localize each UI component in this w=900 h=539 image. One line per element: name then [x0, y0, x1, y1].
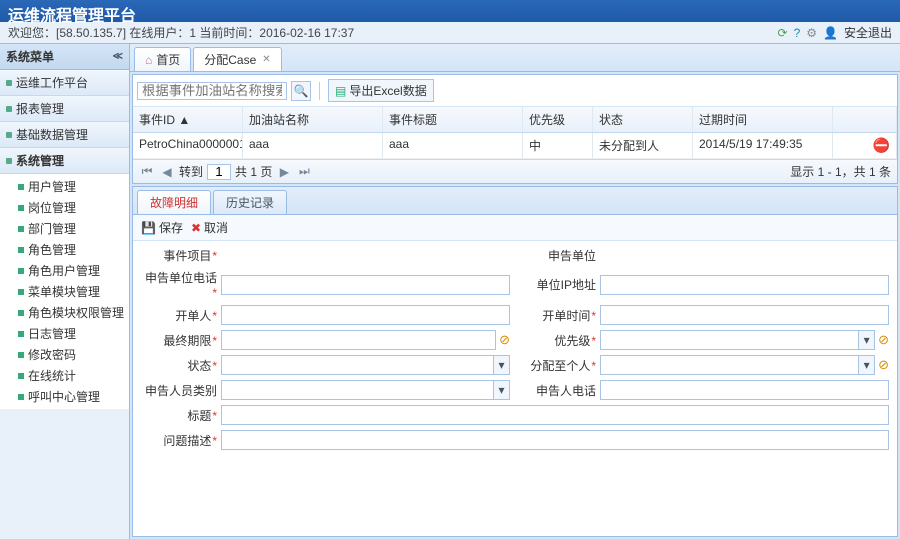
pager: ⏮ ◀ 转到 共 1 页 ▶ ⏭ 显示 1 - 1，共 1 条 [133, 159, 897, 183]
search-button[interactable]: 🔍 [291, 81, 311, 101]
sidebar-section-ops[interactable]: 运维工作平台 [0, 70, 129, 96]
chevron-down-icon: ▾ [858, 356, 874, 374]
tree-item-dept[interactable]: 部门管理 [0, 218, 129, 239]
tree-item-roleuser[interactable]: 角色用户管理 [0, 260, 129, 281]
tree-item-callcenter[interactable]: 呼叫中心管理 [0, 386, 129, 407]
first-page-button[interactable]: ⏮ [139, 164, 155, 180]
last-page-button[interactable]: ⏭ [296, 164, 312, 180]
help-icon[interactable]: ? [794, 26, 801, 40]
tree-item-role[interactable]: 角色管理 [0, 239, 129, 260]
save-button[interactable]: 💾保存 [141, 219, 183, 236]
app-title: 运维流程管理平台 [8, 8, 136, 25]
table-row[interactable]: PetroChina0000001 aaa aaa 中 未分配到人 2014/5… [133, 133, 897, 159]
prev-page-button[interactable]: ◀ [159, 164, 175, 180]
collapse-icon[interactable]: ≪ [113, 51, 123, 62]
settings-icon[interactable]: ⚙ [806, 26, 817, 40]
grid-header: 事件ID ▲ 加油站名称 事件标题 优先级 状态 过期时间 [133, 107, 897, 133]
title-input[interactable] [221, 405, 889, 425]
refresh-icon[interactable]: ⟳ [778, 26, 788, 40]
open-time-input[interactable] [600, 305, 889, 325]
unit-ip-input[interactable] [600, 275, 889, 295]
assign-select[interactable]: ▾ [600, 355, 875, 375]
cancel-button[interactable]: ✖取消 [191, 219, 228, 236]
detail-pane: 故障明细 历史记录 💾保存 ✖取消 事件项目 申告单位 申告单位电话 单位IP地… [132, 186, 898, 537]
close-icon[interactable]: ✕ [262, 54, 270, 65]
tree-item-pwd[interactable]: 修改密码 [0, 344, 129, 365]
warn-icon: ⊘ [878, 332, 889, 348]
tree-item-online[interactable]: 在线统计 [0, 365, 129, 386]
logout-link[interactable]: 安全退出 [844, 24, 892, 41]
reporter-type-select[interactable]: ▾ [221, 380, 510, 400]
unit-phone-input[interactable] [221, 275, 510, 295]
sidebar-section-report[interactable]: 报表管理 [0, 96, 129, 122]
deadline-input[interactable] [221, 330, 496, 350]
export-button[interactable]: ▤导出Excel数据 [328, 79, 434, 102]
welcome-text: 欢迎您：[58.50.135.7] 在线用户：1 当前时间：2016-02-16… [8, 24, 354, 41]
chevron-down-icon: ▾ [858, 331, 874, 349]
sidebar-title: 系统菜单 ≪ [0, 44, 129, 70]
app-header: 运维流程管理平台 [0, 0, 900, 22]
tab-assign-case[interactable]: 分配Case✕ [193, 47, 281, 71]
chevron-down-icon: ▾ [493, 356, 509, 374]
priority-select[interactable]: ▾ [600, 330, 875, 350]
delete-icon[interactable]: ⛔ [873, 137, 890, 153]
search-icon: 🔍 [294, 84, 309, 98]
tab-fault-detail[interactable]: 故障明细 [137, 190, 211, 214]
save-icon: 💾 [141, 221, 156, 235]
user-icon: 👤 [823, 26, 838, 40]
home-icon: ⌂ [145, 53, 152, 67]
tree-item-menu[interactable]: 菜单模块管理 [0, 281, 129, 302]
sidebar-section-data[interactable]: 基础数据管理 [0, 122, 129, 148]
opener-input[interactable] [221, 305, 510, 325]
cancel-icon: ✖ [191, 221, 201, 235]
chevron-down-icon: ▾ [493, 381, 509, 399]
status-select[interactable]: ▾ [221, 355, 510, 375]
sidebar: 系统菜单 ≪ 运维工作平台 报表管理 基础数据管理 系统管理 用户管理 岗位管理… [0, 44, 130, 539]
tab-home[interactable]: ⌂首页 [134, 47, 191, 71]
grid-pane: 🔍 ▤导出Excel数据 事件ID ▲ 加油站名称 事件标题 优先级 状态 过期… [132, 74, 898, 184]
tree-item-user[interactable]: 用户管理 [0, 176, 129, 197]
excel-icon: ▤ [335, 84, 346, 98]
tree-item-log[interactable]: 日志管理 [0, 323, 129, 344]
warn-icon: ⊘ [878, 357, 889, 373]
main-tabs: ⌂首页 分配Case✕ [130, 44, 900, 72]
next-page-button[interactable]: ▶ [276, 164, 292, 180]
tree-item-roleperm[interactable]: 角色模块权限管理 [0, 302, 129, 323]
warn-icon: ⊘ [499, 332, 510, 348]
tree-item-post[interactable]: 岗位管理 [0, 197, 129, 218]
page-input[interactable] [207, 164, 231, 180]
sidebar-tree: 用户管理 岗位管理 部门管理 角色管理 角色用户管理 菜单模块管理 角色模块权限… [0, 174, 129, 409]
sidebar-section-system[interactable]: 系统管理 [0, 148, 129, 174]
reporter-phone-input[interactable] [600, 380, 889, 400]
status-bar: 欢迎您：[58.50.135.7] 在线用户：1 当前时间：2016-02-16… [0, 22, 900, 44]
search-input[interactable] [137, 82, 287, 100]
pager-info: 显示 1 - 1，共 1 条 [790, 163, 891, 180]
desc-input[interactable] [221, 430, 889, 450]
tab-history[interactable]: 历史记录 [213, 190, 287, 214]
